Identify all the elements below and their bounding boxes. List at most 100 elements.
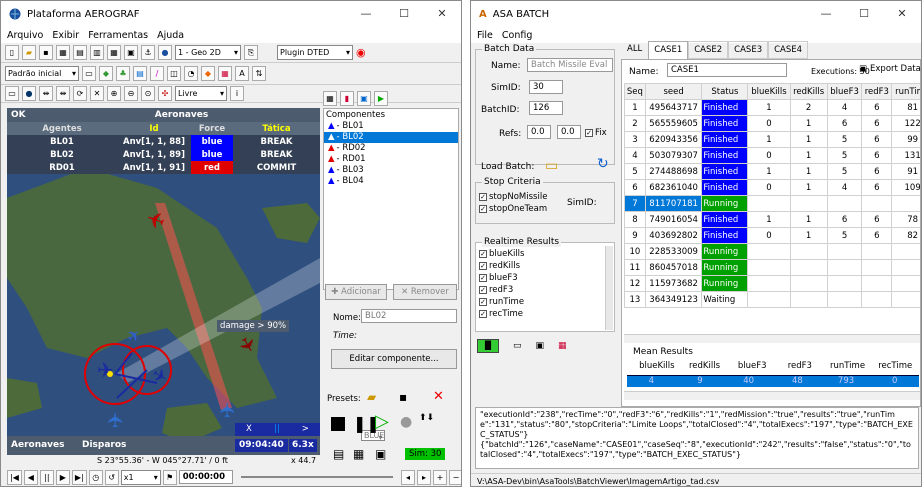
table-hscroll[interactable] (624, 334, 920, 343)
log-output[interactable]: "executionId":"238","recTime":"0","redF3… (475, 407, 919, 469)
tab-all[interactable]: ALL (621, 41, 648, 59)
component-item[interactable]: ▲ - BL02 (324, 132, 458, 143)
realtime-item[interactable]: ✓ recTime (479, 308, 603, 320)
info-icon[interactable]: i (230, 86, 244, 101)
ok-label[interactable]: OK (7, 108, 43, 122)
column-header[interactable]: redF3 (861, 83, 893, 100)
last-icon[interactable]: ▶| (71, 469, 87, 485)
minimize-button[interactable]: — (347, 1, 385, 27)
text-aa-icon[interactable]: A (235, 66, 249, 81)
blue-aircraft-icon[interactable]: ✈ (215, 402, 239, 419)
stop-icon[interactable] (331, 417, 345, 431)
table-row[interactable]: 4 503079307 Finished 0 1 5 6 131 (624, 147, 920, 164)
minimize-button[interactable]: — (807, 1, 845, 27)
monitor-icon[interactable]: ▣ (357, 91, 371, 106)
arrows-icon[interactable]: ⇅ (252, 66, 266, 81)
table-row[interactable]: 7 811707181 Running (624, 195, 920, 212)
component-item[interactable]: ▲ - BL03 (324, 165, 458, 176)
menu-file[interactable]: File (477, 30, 493, 41)
record-dot-icon[interactable]: ● (400, 414, 412, 430)
ref1-input[interactable]: 0.0 (527, 125, 551, 139)
save-preset-icon[interactable]: ▪ (399, 390, 407, 404)
aircraft-row[interactable]: RD01 Anv[1, 1, 91] red COMMIT (7, 161, 320, 174)
pause-sim-button[interactable]: || (274, 423, 280, 436)
export-file-icon[interactable]: ▣ (536, 341, 545, 351)
refresh-icon[interactable]: ↻ (597, 156, 609, 172)
flag-small-icon[interactable]: ⚑ (162, 469, 177, 485)
maximize-button[interactable]: ☐ (845, 1, 883, 27)
clock-icon[interactable]: ◷ (88, 469, 103, 485)
time-input[interactable]: 00:00:00 (178, 470, 233, 484)
table-icon[interactable]: ▦ (107, 45, 121, 60)
table-row[interactable]: 13 364349123 Waiting (624, 291, 920, 308)
mode-select[interactable]: Livre (175, 86, 227, 101)
add-button[interactable]: ✚ Adicionar (325, 284, 387, 300)
column-header[interactable]: redKills (789, 83, 828, 100)
stop-one-team-checkbox[interactable]: ✓ stopOneTeam (479, 204, 547, 214)
aircraft-row[interactable]: BL02 Anv[1, 1, 89] blue BREAK (7, 148, 320, 161)
column-header[interactable]: blueF3 (826, 83, 863, 100)
batchid-input[interactable]: 126 (529, 101, 563, 115)
nome-field[interactable]: BL02 (361, 309, 457, 323)
stamp-icon[interactable]: ▭ (82, 66, 96, 81)
tab-case1[interactable]: CASE1 (648, 41, 689, 59)
column-header[interactable]: Seq (624, 83, 646, 100)
diamond-icon[interactable]: ◆ (201, 66, 215, 81)
minus-icon[interactable]: − (449, 469, 461, 485)
zoom-out-icon[interactable]: ⊖ (124, 86, 138, 101)
anchor-icon[interactable]: ⚓ (141, 45, 155, 60)
lock-icon[interactable]: ▤ (333, 447, 344, 461)
close-button[interactable]: ✕ (423, 1, 461, 27)
maximize-button[interactable]: ☐ (385, 1, 423, 27)
sync-icon[interactable]: ⟳ (73, 86, 87, 101)
realtime-item[interactable]: ✓ runTime (479, 296, 603, 308)
table-row[interactable]: 2 565559605 Finished 0 1 6 6 122 (624, 115, 920, 132)
step-stepper-icon[interactable]: ⬆⬇ (419, 413, 434, 423)
component-item[interactable]: ▲ - BL04 (324, 176, 458, 187)
tab-case3[interactable]: CASE3 (728, 41, 769, 59)
plus-icon[interactable]: + (433, 469, 447, 485)
flag-icon[interactable]: ▶ (374, 91, 388, 106)
card-icon[interactable]: ▭ (513, 341, 522, 351)
record-icon[interactable]: ◉ (356, 46, 366, 59)
copy-icon[interactable]: ▦ (558, 341, 567, 351)
add-view-icon[interactable]: ● (158, 45, 172, 60)
table-view-icon[interactable]: ▦ (323, 91, 337, 106)
mean-hscroll[interactable] (624, 391, 920, 400)
tree-icon[interactable]: ♣ (116, 66, 130, 81)
palette-icon[interactable]: ◆ (99, 66, 113, 81)
layers-icon[interactable]: ▤ (133, 66, 147, 81)
image-icon[interactable]: ▣ (124, 45, 138, 60)
stop-no-missile-checkbox[interactable]: ✓ stopNoMissile (479, 192, 547, 202)
tab-case2[interactable]: CASE2 (688, 41, 729, 59)
view-box-icon[interactable]: ▭ (5, 86, 19, 101)
column-header[interactable]: Status (701, 83, 749, 100)
target-icon[interactable]: ● (22, 86, 36, 101)
table-row[interactable]: 10 228533009 Running (624, 243, 920, 260)
prev-icon[interactable]: ◀ (23, 469, 38, 485)
table-row[interactable]: 12 115973682 Running (624, 275, 920, 292)
column-header[interactable]: blueKills (747, 83, 791, 100)
open-preset-icon[interactable]: ▰ (367, 390, 376, 404)
compass-icon[interactable]: ✣ (158, 86, 172, 101)
ref2-input[interactable]: 0.0 (557, 125, 581, 139)
rw-icon[interactable]: ◂ (401, 469, 415, 485)
timeline-slider[interactable] (240, 476, 393, 478)
zoom-in-icon[interactable]: ⊕ (107, 86, 121, 101)
menu-ferramentas[interactable]: Ferramentas (88, 30, 148, 41)
table-row[interactable]: 3 620943356 Finished 1 1 5 6 99 (624, 131, 920, 148)
aircraft-row[interactable]: BL01 Anv[1, 1, 88] blue BREAK (7, 135, 320, 148)
component-item[interactable]: ▲ - RD02 (324, 143, 458, 154)
copy-icon[interactable]: ⎘ (244, 45, 258, 60)
fix-checkbox[interactable]: ✓ Fix (585, 128, 607, 138)
preset-select[interactable]: Padrão inicial (5, 66, 79, 81)
save-icon[interactable]: ▪ (39, 45, 53, 60)
column-header[interactable]: runTime (891, 83, 920, 100)
realtime-item[interactable]: ✓ redF3 (479, 284, 603, 296)
chart-icon[interactable]: ▮ (340, 91, 354, 106)
layout-icon[interactable]: ▤ (73, 45, 87, 60)
table-row[interactable]: 6 682361040 Finished 0 1 4 6 109 (624, 179, 920, 196)
delete-preset-icon[interactable]: ✕ (433, 389, 444, 404)
menu-exibir[interactable]: Exibir (52, 30, 79, 41)
tab-case4[interactable]: CASE4 (768, 41, 809, 59)
